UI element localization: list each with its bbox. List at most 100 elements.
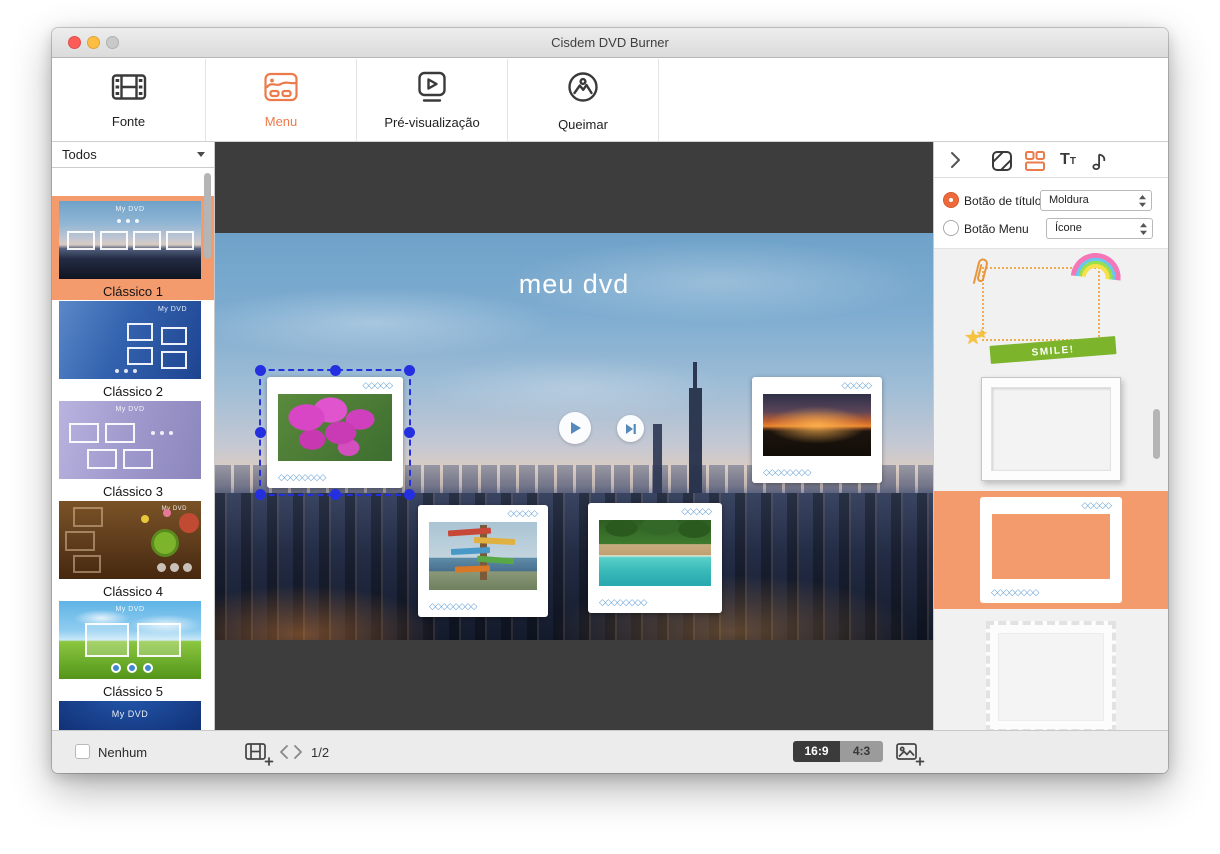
title-button-radio[interactable] <box>943 192 959 208</box>
resize-handle[interactable] <box>255 427 266 438</box>
resize-handle[interactable] <box>330 489 341 500</box>
dvd-menu-title[interactable]: meu dvd <box>215 269 933 300</box>
toolbar-item-previsualizacao[interactable]: Pré-visualização <box>357 59 508 141</box>
resize-handle[interactable] <box>255 489 266 500</box>
frame-style-list: ★★ SMILE! ◇◇◇◇◇ ◇◇◇◇◇◇◇◇ <box>934 248 1168 730</box>
video-thumb-frame[interactable]: ◇◇◇◇◇ ◇◇◇◇◇◇◇◇ <box>418 505 548 617</box>
frame-tab-active[interactable] <box>1023 149 1047 173</box>
next-button[interactable] <box>617 415 644 442</box>
title-frame-select[interactable]: Moldura <box>1040 190 1152 211</box>
frame-style-stamp[interactable] <box>934 619 1168 730</box>
menu-button-row: Botão Menu Ícone <box>934 217 1168 241</box>
template-filter-dropdown[interactable]: Todos <box>52 142 214 168</box>
nav-dots <box>117 219 139 223</box>
film-strip-icon <box>111 72 147 107</box>
sidebar-scrollbar[interactable] <box>204 173 211 259</box>
resize-handle[interactable] <box>330 365 341 376</box>
resize-handle[interactable] <box>404 427 415 438</box>
video-thumb-frame[interactable]: ◇◇◇◇◇ ◇◇◇◇◇◇◇◇ <box>588 503 722 613</box>
template-item-partial[interactable]: My DVD <box>52 701 214 730</box>
stamp-frame <box>986 621 1116 730</box>
chevron-down-icon <box>197 152 205 157</box>
frame-style-diamond-selected[interactable]: ◇◇◇◇◇ ◇◇◇◇◇◇◇◇ <box>934 491 1168 609</box>
white-frame <box>981 377 1121 481</box>
resize-handle[interactable] <box>404 489 415 500</box>
toolbar-item-fonte[interactable]: Fonte <box>52 59 206 141</box>
video-thumb-sunset <box>763 394 871 456</box>
background-tab[interactable] <box>990 149 1014 173</box>
next-page-icon[interactable] <box>293 744 304 765</box>
template-item-classico-1[interactable]: My DVD Clássico 1 <box>52 201 214 301</box>
toolbar-label-queimar: Queimar <box>558 117 608 132</box>
diamond-decor: ◇◇◇◇◇◇◇◇ <box>429 601 476 613</box>
template-name: Clássico 4 <box>52 584 214 599</box>
template-name: Clássico 1 <box>52 284 214 299</box>
add-background-image-icon[interactable] <box>895 741 925 772</box>
stepper-icon <box>1138 194 1147 213</box>
template-thumbnail: My DVD <box>59 401 201 479</box>
template-name: Clássico 2 <box>52 384 214 399</box>
template-thumbnail: My DVD <box>59 501 201 579</box>
menu-preview-canvas: meu dvd ◇◇◇◇◇ ◇◇◇◇◇◇◇◇ <box>215 142 933 730</box>
nav-dots <box>115 369 137 373</box>
diamond-frame: ◇◇◇◇◇ ◇◇◇◇◇◇◇◇ <box>980 497 1122 603</box>
window-title: Cisdem DVD Burner <box>52 28 1168 57</box>
toolbar-label-fonte: Fonte <box>112 114 145 129</box>
resize-handle[interactable] <box>255 365 266 376</box>
toolbar-item-menu[interactable]: Menu <box>206 59 357 141</box>
burn-icon <box>565 69 601 110</box>
smile-banner-text: SMILE! <box>1031 344 1075 358</box>
menu-icon-value: Ícone <box>1055 222 1082 234</box>
main-area: Todos My DVD Clássi <box>52 142 1168 730</box>
thumb-dvd-title: My DVD <box>59 606 201 613</box>
template-item-classico-3[interactable]: My DVD Clássico 3 <box>52 401 214 501</box>
toolbar-item-queimar[interactable]: Queimar <box>508 59 659 141</box>
menu-button-radio[interactable] <box>943 220 959 236</box>
template-item-classico-5[interactable]: My DVD Clássico 5 <box>52 601 214 701</box>
template-item-classico-2[interactable]: My DVD Clássico 2 <box>52 301 214 401</box>
aspect-16-9-button[interactable]: 16:9 <box>793 741 840 762</box>
thumb-dvd-title: My DVD <box>59 306 201 313</box>
music-tab[interactable] <box>1088 149 1112 173</box>
template-thumbnail: My DVD <box>59 201 201 279</box>
toolbar-label-previsualizacao: Pré-visualização <box>384 115 479 130</box>
aspect-4-3-button[interactable]: 4:3 <box>840 741 883 762</box>
diamond-decor: ◇◇◇◇◇◇◇◇ <box>991 587 1038 599</box>
screen: Cisdem DVD Burner Fonte Menu Pré-visua <box>0 0 1220 854</box>
frame-style-smile[interactable]: ★★ SMILE! <box>934 255 1168 367</box>
play-button[interactable] <box>559 412 591 444</box>
video-thumb-beach <box>599 520 711 586</box>
selection-outline <box>259 369 411 496</box>
diamond-decor: ◇◇◇◇◇◇◇◇ <box>599 597 646 609</box>
previous-page-icon[interactable] <box>278 744 289 765</box>
video-thumb-frame-selected[interactable]: ◇◇◇◇◇ ◇◇◇◇◇◇◇◇ <box>267 377 403 488</box>
video-thumb-frame[interactable]: ◇◇◇◇◇ ◇◇◇◇◇◇◇◇ <box>752 377 882 483</box>
diamond-decor: ◇◇◇◇◇ <box>1081 500 1111 512</box>
template-thumbnail: My DVD <box>59 301 201 379</box>
resize-handle[interactable] <box>404 365 415 376</box>
near-skyline <box>215 493 933 640</box>
none-checkbox[interactable] <box>75 744 90 759</box>
customize-tabs: TT <box>934 142 1168 178</box>
template-item-classico-4[interactable]: My DVD Clássico 4 <box>52 501 214 601</box>
toolbar-label-menu: Menu <box>265 114 298 129</box>
collapse-panel-button[interactable] <box>945 150 965 170</box>
preview-play-icon <box>414 71 450 108</box>
template-name: Clássico 5 <box>52 684 214 699</box>
video-thumb-signpost <box>429 522 537 590</box>
text-tab[interactable]: TT <box>1056 149 1080 173</box>
template-thumbnail: My DVD <box>59 601 201 679</box>
add-menu-page-icon[interactable] <box>244 741 274 772</box>
menu-icon-select[interactable]: Ícone <box>1046 218 1153 239</box>
rainbow-icon <box>1071 250 1123 280</box>
template-list: My DVD Clássico 1 My DVD <box>52 168 214 730</box>
thumb-dvd-title: My DVD <box>59 406 201 413</box>
diamond-decor: ◇◇◇◇◇◇◇◇ <box>763 467 810 479</box>
panel-scrollbar[interactable] <box>1153 409 1160 459</box>
bottom-bar: Nenhum 1/2 16:9 4:3 <box>52 730 1168 773</box>
aspect-ratio-segment: 16:9 4:3 <box>793 741 883 762</box>
diamond-decor: ◇◇◇◇◇ <box>507 508 537 520</box>
thumb-dvd-title: My DVD <box>59 206 201 213</box>
frame-style-classic-white[interactable] <box>934 375 1168 487</box>
diamond-decor: ◇◇◇◇◇ <box>681 506 711 518</box>
